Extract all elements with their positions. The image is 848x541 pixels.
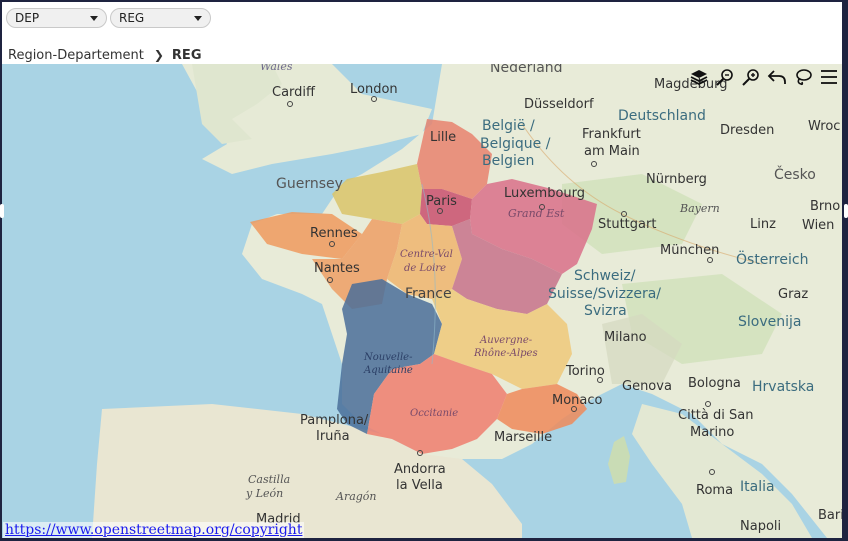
- map-label: Österreich: [736, 250, 808, 268]
- map-label: am Main: [584, 144, 640, 159]
- map-label: la Vella: [396, 478, 443, 493]
- map-label: Linz: [750, 217, 776, 232]
- lasso-icon[interactable]: [792, 66, 814, 88]
- map-label: Nouvelle-: [363, 352, 413, 363]
- map-label: Düsseldorf: [524, 97, 594, 112]
- zoom-in-icon[interactable]: [740, 66, 762, 88]
- copyright-link[interactable]: https://www.openstreetmap.org/copyright: [3, 522, 305, 538]
- map-label: Napoli: [740, 519, 781, 534]
- map-label: Bari: [818, 508, 842, 523]
- chevron-down-icon: [194, 16, 202, 21]
- map-label: de Loire: [404, 263, 446, 274]
- app-frame: DEP REG Region-Departement ❯ REG Wales L…: [2, 2, 842, 538]
- map-label: Monaco: [552, 393, 603, 408]
- reg-select[interactable]: REG: [110, 8, 211, 28]
- map-label: Iruña: [316, 429, 350, 444]
- map-label: Aquitaine: [363, 365, 413, 376]
- map-view[interactable]: Wales London Cardiff Nederland Magdeburg…: [2, 64, 842, 538]
- map-label: Milano: [604, 330, 647, 345]
- menu-icon[interactable]: [818, 66, 840, 88]
- right-resize-handle[interactable]: [844, 204, 848, 218]
- map-label: Bologna: [688, 376, 741, 391]
- map-label: Pamplona/: [300, 413, 369, 428]
- map-label: Wroc: [808, 119, 840, 134]
- map-label: Deutschland: [618, 108, 706, 124]
- breadcrumb-current: REG: [171, 47, 202, 63]
- map-label: Occitanie: [410, 408, 458, 419]
- undo-icon[interactable]: [766, 66, 788, 88]
- map-label: Dresden: [720, 123, 774, 138]
- map-label: Slovenija: [738, 314, 801, 330]
- map-label: Graz: [778, 287, 808, 302]
- map-label: Città di San: [678, 408, 753, 423]
- map-label: België /: [482, 118, 535, 134]
- map-label: Torino: [565, 364, 605, 379]
- breadcrumb-parent[interactable]: Region-Departement: [8, 48, 144, 63]
- map-label: Nederland: [490, 64, 563, 76]
- map-label: London: [350, 82, 398, 97]
- map-label: Bayern: [679, 202, 720, 215]
- map-label: Belgique /: [480, 136, 551, 152]
- map-label: Grand Est: [508, 207, 565, 220]
- map-label: Auvergne-: [479, 335, 533, 346]
- map-canvas: Wales London Cardiff Nederland Magdeburg…: [92, 64, 842, 538]
- map-label: Brno: [810, 199, 840, 214]
- layers-icon[interactable]: [688, 66, 710, 88]
- map-label: Paris: [426, 194, 457, 209]
- chevron-right-icon: ❯: [153, 48, 164, 62]
- map-label: Belgien: [482, 153, 534, 169]
- map-label: Wales: [260, 64, 293, 73]
- map-label: Genova: [622, 379, 672, 394]
- map-label: Frankfurt: [582, 127, 641, 142]
- map-label: y León: [245, 487, 283, 500]
- map-label: Cardiff: [272, 85, 316, 100]
- map-label: Aragón: [335, 490, 377, 503]
- land-corsica: [608, 436, 630, 484]
- map-label: Svizra: [584, 303, 627, 319]
- map-label: Lille: [430, 130, 456, 145]
- map-label: Schweiz/: [574, 268, 636, 284]
- map-label: Roma: [696, 483, 733, 498]
- map-label: Wien: [802, 218, 834, 233]
- map-label: France: [405, 286, 452, 302]
- map-label: Česko: [774, 165, 816, 183]
- filter-bar: DEP REG: [2, 2, 842, 36]
- map-label: Marseille: [494, 430, 552, 445]
- map-label: Marino: [690, 425, 734, 440]
- zoom-out-icon[interactable]: [714, 66, 736, 88]
- map-label: Nantes: [314, 261, 360, 276]
- dep-select-value: DEP: [15, 11, 40, 25]
- map-label: Luxembourg: [504, 186, 585, 201]
- map-label: Nürnberg: [646, 172, 707, 187]
- breadcrumb: Region-Departement ❯ REG: [8, 46, 201, 64]
- reg-select-value: REG: [119, 11, 145, 25]
- map-toolbar: [688, 64, 842, 90]
- map-label: Italia: [740, 479, 775, 495]
- left-resize-handle[interactable]: [0, 204, 4, 218]
- map-label: Suisse/Svizzera/: [548, 286, 661, 302]
- map-label: Rennes: [310, 226, 358, 241]
- map-label: Hrvatska: [752, 379, 814, 395]
- chevron-down-icon: [90, 16, 98, 21]
- map-label: Rhône-Alpes: [473, 348, 538, 359]
- map-label: München: [660, 243, 719, 258]
- map-label: Stuttgart: [598, 217, 656, 232]
- map-label: Andorra: [394, 462, 446, 477]
- dep-select[interactable]: DEP: [6, 8, 107, 28]
- map-label: Castilla: [248, 473, 290, 486]
- map-label: Guernsey: [276, 176, 343, 192]
- map-label: Centre-Val: [400, 249, 453, 260]
